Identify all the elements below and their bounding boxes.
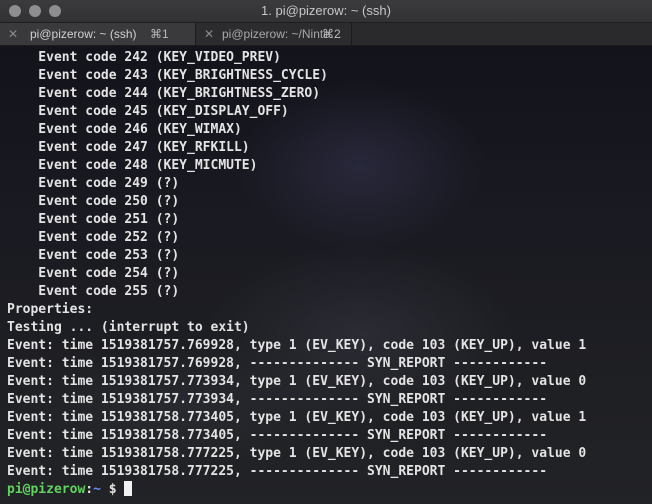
tab-shortcut: ⌘2 [322,27,341,41]
output-line: Event code 242 (KEY_VIDEO_PREV) [7,50,281,65]
output-line: Event: time 1519381758.773405, type 1 (E… [7,410,587,425]
tab-bar: ✕ pi@pizerow: ~ (ssh) ⌘1 ✕ pi@pizerow: ~… [0,23,652,46]
output-line: Event: time 1519381758.777225, ---------… [7,464,548,479]
output-line: Event: time 1519381757.773934, type 1 (E… [7,374,587,389]
prompt-path: ~ [93,482,101,497]
output-line: Event code 246 (KEY_WIMAX) [7,122,242,137]
title-bar[interactable]: 1. pi@pizerow: ~ (ssh) [0,0,652,23]
prompt-separator: : [85,482,94,497]
output-line: Properties: [7,302,94,317]
close-icon[interactable]: ✕ [8,23,18,45]
output-line: Event code 243 (KEY_BRIGHTNESS_CYCLE) [7,68,328,83]
output-line: Event code 254 (?) [7,266,180,281]
output-line: Testing ... (interrupt to exit) [7,320,250,335]
terminal-lines: Event code 242 (KEY_VIDEO_PREV) Event co… [7,49,586,499]
tab-shortcut: ⌘1 [150,27,169,41]
tab-ssh-session-1[interactable]: ✕ pi@pizerow: ~ (ssh) ⌘1 [0,23,196,45]
tab-ssh-session-2[interactable]: ✕ pi@pizerow: ~/Ninte… ⌘2 [196,23,352,45]
output-line: Event: time 1519381758.773405, ---------… [7,428,548,443]
text-cursor [124,481,133,496]
tab-label: pi@pizerow: ~ (ssh) [30,27,137,41]
output-line: Event code 250 (?) [7,194,180,209]
shell-prompt[interactable]: pi@pizerow:~ $ [7,481,586,499]
window-title: 1. pi@pizerow: ~ (ssh) [261,3,391,18]
terminal-window: 1. pi@pizerow: ~ (ssh) ✕ pi@pizerow: ~ (… [0,0,652,504]
output-line: Event code 251 (?) [7,212,180,227]
output-line: Event: time 1519381757.769928, ---------… [7,356,548,371]
output-line: Event code 255 (?) [7,284,180,299]
prompt-symbol: $ [100,482,125,497]
output-line: Event code 252 (?) [7,230,180,245]
output-line: Event: time 1519381757.773934, ---------… [7,392,548,407]
output-line: Event code 247 (KEY_RFKILL) [7,140,250,155]
output-line: Event code 248 (KEY_MICMUTE) [7,158,258,173]
prompt-user-host: pi@pizerow [7,482,86,497]
output-line: Event code 253 (?) [7,248,180,263]
output-line: Event: time 1519381758.777225, type 1 (E… [7,446,587,461]
terminal-output[interactable]: Event code 242 (KEY_VIDEO_PREV) Event co… [0,46,652,504]
output-line: Event: time 1519381757.769928, type 1 (E… [7,338,587,353]
output-line: Event code 249 (?) [7,176,180,191]
output-line: Event code 245 (KEY_DISPLAY_OFF) [7,104,289,119]
close-icon[interactable]: ✕ [204,23,214,45]
output-line: Event code 244 (KEY_BRIGHTNESS_ZERO) [7,86,321,101]
